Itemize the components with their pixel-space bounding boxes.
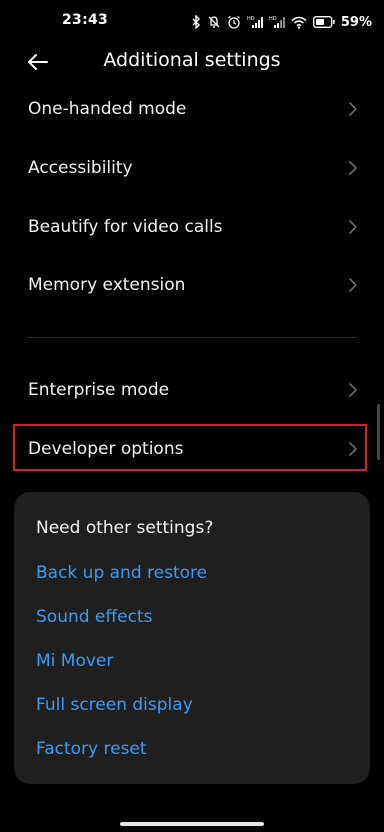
menu-item-label: Enterprise mode [28, 380, 170, 400]
battery-icon [312, 16, 335, 28]
bluetooth-icon [191, 15, 201, 29]
menu-item-label: Beautify for video calls [28, 217, 223, 237]
mute-icon [207, 15, 221, 29]
link-full-screen-display[interactable]: Full screen display [36, 695, 193, 715]
menu-item-accessibility[interactable]: Accessibility [0, 139, 384, 197]
page-title: Additional settings [103, 49, 281, 71]
status-icons: HD HD 59% [191, 12, 372, 32]
hd-signal-icon: HD [269, 15, 285, 29]
chevron-right-icon [349, 220, 357, 234]
wifi-icon [291, 16, 307, 29]
link-back-up-and-restore[interactable]: Back up and restore [36, 563, 207, 583]
svg-text:HD: HD [269, 16, 277, 22]
menu-item-label: Developer options [28, 439, 184, 459]
chevron-right-icon [349, 442, 357, 456]
chevron-right-icon [349, 161, 357, 175]
other-settings-card: Need other settings? Back up and restore… [14, 492, 370, 784]
battery-percent: 59% [340, 14, 372, 30]
scrollbar[interactable] [377, 404, 380, 460]
menu-item-enterprise-mode[interactable]: Enterprise mode [0, 361, 384, 419]
menu-item-label: Memory extension [28, 275, 186, 295]
chevron-right-icon [349, 102, 357, 116]
link-factory-reset[interactable]: Factory reset [36, 739, 147, 759]
svg-text:HD: HD [247, 16, 255, 22]
header: Additional settings [0, 42, 384, 82]
menu-item-label: One-handed mode [28, 99, 187, 119]
hd-signal-icon: HD [247, 15, 263, 29]
menu-item-memory-extension[interactable]: Memory extension [0, 256, 384, 314]
home-indicator[interactable] [120, 822, 264, 826]
menu-item-beautify-video-calls[interactable]: Beautify for video calls [0, 198, 384, 256]
card-title: Need other settings? [36, 518, 214, 538]
status-bar: 23:43 HD HD 59% [0, 0, 384, 42]
menu-item-label: Accessibility [28, 158, 133, 178]
menu-item-developer-options[interactable]: Developer options [0, 420, 384, 478]
menu-item-one-handed-mode[interactable]: One-handed mode [0, 80, 384, 138]
link-mi-mover[interactable]: Mi Mover [36, 651, 113, 671]
status-time: 23:43 [62, 12, 109, 28]
chevron-right-icon [349, 383, 357, 397]
link-sound-effects[interactable]: Sound effects [36, 607, 152, 627]
section-divider [28, 337, 356, 338]
chevron-right-icon [349, 278, 357, 292]
alarm-icon [227, 15, 241, 29]
